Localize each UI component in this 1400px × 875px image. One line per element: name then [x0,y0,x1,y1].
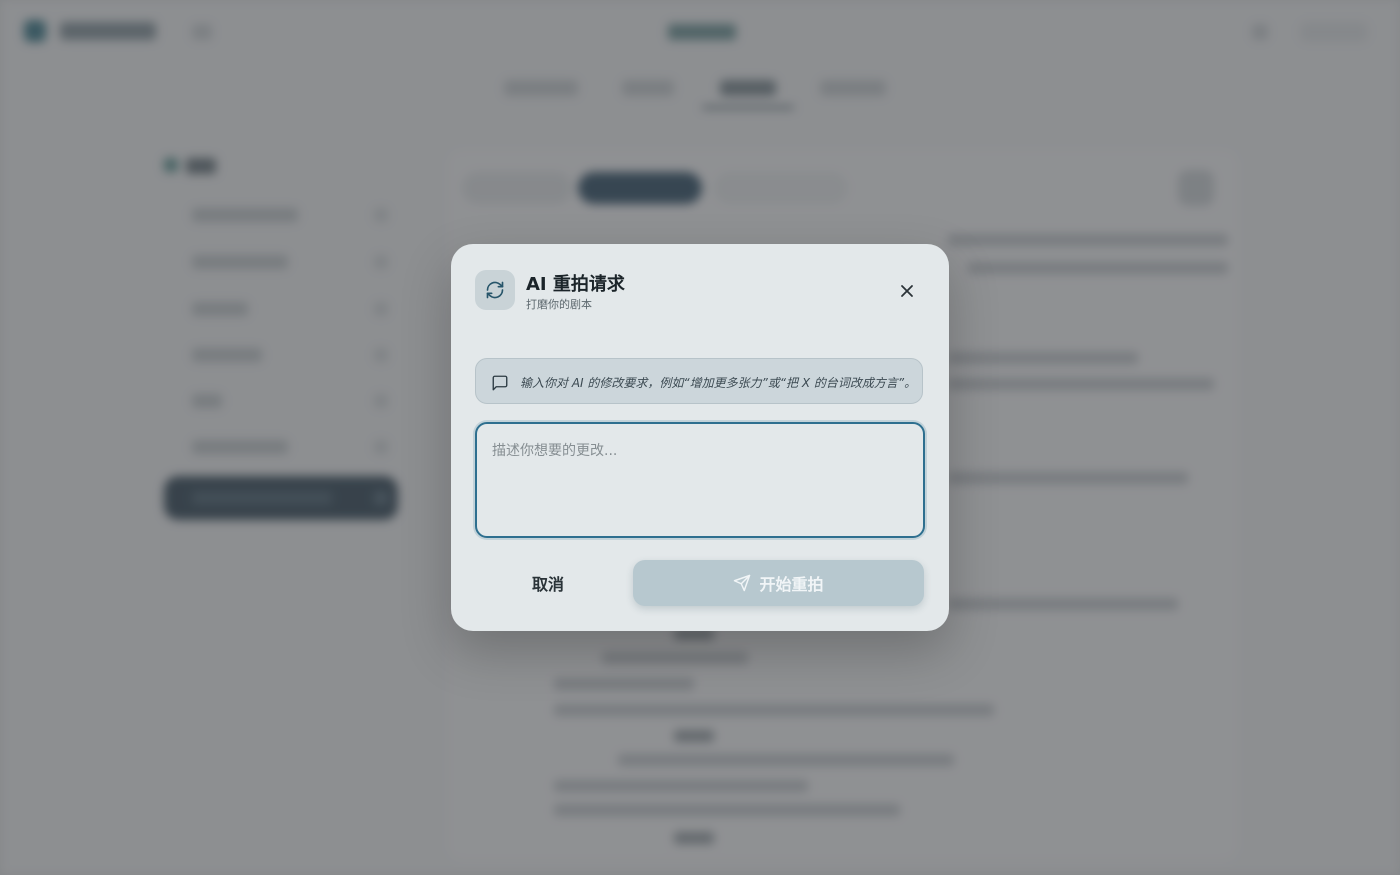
dialog-title: AI 重拍请求 [526,274,625,295]
start-reshoot-label: 开始重拍 [759,575,824,594]
start-reshoot-button[interactable]: 开始重拍 [633,560,924,606]
hint-text: 输入你对 AI 的修改要求，例如“增加更多张力”或“把 X 的台词改成方言”。 [520,376,917,390]
ai-reshoot-dialog: AI 重拍请求 打磨你的剧本 输入你对 AI 的修改要求，例如“增加更多张力”或… [451,244,949,631]
close-button[interactable] [893,277,921,305]
cancel-button[interactable]: 取消 [475,560,621,606]
dialog-subtitle: 打磨你的剧本 [526,298,592,311]
send-icon [734,574,751,592]
refresh-icon [475,270,515,310]
message-square-icon [492,375,508,391]
close-icon [901,285,913,297]
change-request-input[interactable] [475,422,925,538]
instruction-hint: 输入你对 AI 的修改要求，例如“增加更多张力”或“把 X 的台词改成方言”。 [475,358,923,404]
